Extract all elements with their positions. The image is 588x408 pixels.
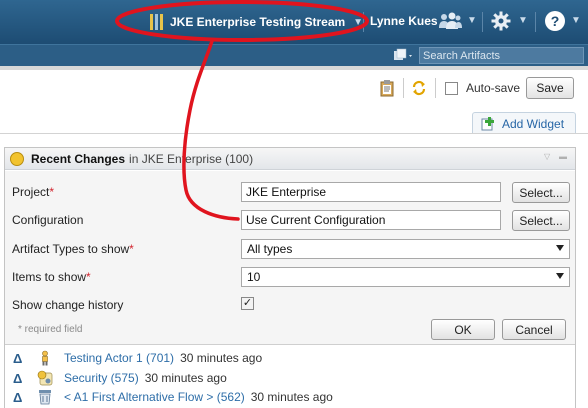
artifact-link[interactable]: Security (575) (64, 371, 139, 385)
project-field[interactable] (241, 182, 501, 202)
items-value: 10 (247, 270, 261, 284)
minimize-icon[interactable]: ▬ (559, 153, 567, 161)
history-checkbox[interactable]: ✓ (241, 297, 254, 310)
list-item: Δ < A1 First Alternative Flow > (562) 30… (13, 388, 333, 406)
chevron-down-icon[interactable]: ▼ (467, 15, 477, 26)
actor-icon (42, 350, 48, 366)
save-button[interactable]: Save (526, 77, 574, 99)
artifact-link[interactable]: < A1 First Alternative Flow > (562) (64, 390, 245, 404)
required-marker: * (129, 242, 134, 256)
widget-header: Recent Changes in JKE Enterprise (100) ▽… (5, 148, 575, 170)
help-icon[interactable]: ? (545, 11, 565, 31)
canvas-divider (0, 133, 588, 134)
change-time: 30 minutes ago (180, 351, 263, 365)
configuration-select-button[interactable]: Select... (512, 210, 570, 231)
delta-icon: Δ (13, 370, 23, 386)
collapse-icon[interactable]: ▽ (544, 153, 552, 161)
required-marker: * (86, 270, 91, 284)
gear-icon[interactable] (491, 11, 511, 31)
artifact-types-label: Artifact Types to show* (12, 242, 134, 256)
widget-title: Recent Changes (31, 151, 126, 166)
add-widget-button[interactable]: Add Widget (472, 112, 576, 134)
search-scope-icon[interactable] (392, 48, 416, 63)
search-bar (0, 44, 588, 66)
chevron-down-icon: ▼ (353, 16, 364, 28)
chevron-down-icon[interactable]: ▼ (518, 15, 528, 26)
add-widget-icon (481, 116, 494, 130)
toolbar-separator (435, 78, 436, 98)
list-item: Δ Testing Actor 1 (701) 30 minutes ago (13, 349, 262, 367)
chevron-down-icon[interactable]: ▼ (571, 15, 581, 26)
clipboard-icon[interactable] (380, 79, 396, 97)
widget-menu[interactable]: ▽ ▬ (544, 153, 567, 161)
dropdown-arrow-icon (556, 273, 564, 279)
required-note: * required field (18, 324, 83, 335)
ok-button[interactable]: OK (431, 319, 495, 340)
change-time: 30 minutes ago (250, 390, 333, 404)
refresh-icon[interactable] (411, 79, 427, 97)
history-label: Show change history (12, 298, 124, 312)
configuration-field[interactable] (241, 210, 501, 230)
delta-icon: Δ (13, 350, 23, 366)
artifact-types-value: All types (247, 242, 293, 256)
user-name[interactable]: Lynne Kues (370, 14, 438, 28)
recent-changes-widget: Recent Changes in JKE Enterprise (100) ▽… (4, 147, 576, 408)
banner-divider (482, 12, 483, 32)
panel-divider (5, 344, 575, 345)
autosave-checkbox[interactable] (445, 82, 458, 95)
autosave-label: Auto-save (466, 81, 521, 95)
widget-icon (10, 151, 24, 166)
toolbar-separator (403, 78, 404, 98)
artifact-link[interactable]: Testing Actor 1 (701) (64, 351, 174, 365)
stream-icon (150, 14, 164, 30)
banner-divider (535, 12, 536, 32)
list-item: Δ Security (575) 30 minutes ago (13, 369, 227, 387)
widget-scope: in JKE Enterprise (100) (129, 151, 254, 166)
change-time: 30 minutes ago (144, 371, 227, 385)
toolbar-divider (0, 66, 588, 70)
items-label: Items to show* (12, 270, 91, 284)
security-requirement-icon (37, 370, 53, 386)
page: JKE Enterprise Testing Stream ▼ Lynne Ku… (0, 0, 588, 408)
stream-selector[interactable]: JKE Enterprise Testing Stream ▼ (150, 12, 363, 32)
cancel-button[interactable]: Cancel (502, 319, 566, 340)
banner-divider (363, 12, 364, 32)
add-widget-label: Add Widget (502, 116, 565, 131)
items-select[interactable]: 10 (241, 267, 570, 287)
artifact-types-select[interactable]: All types (241, 239, 570, 259)
required-marker: * (49, 185, 55, 199)
stream-name: JKE Enterprise Testing Stream (170, 15, 346, 29)
dropdown-arrow-icon (556, 245, 564, 251)
search-input[interactable] (419, 47, 584, 64)
project-select-button[interactable]: Select... (512, 182, 570, 203)
configuration-label: Configuration (12, 213, 84, 227)
top-banner: JKE Enterprise Testing Stream ▼ Lynne Ku… (0, 0, 588, 44)
flow-icon (39, 390, 51, 405)
people-icon[interactable] (438, 12, 462, 30)
delta-icon: Δ (13, 389, 23, 405)
project-label: Project* (12, 185, 55, 199)
